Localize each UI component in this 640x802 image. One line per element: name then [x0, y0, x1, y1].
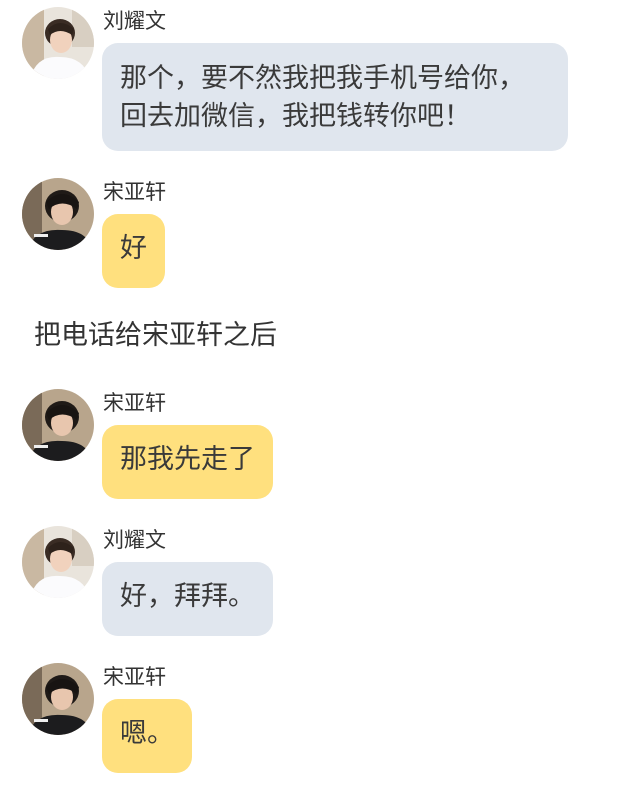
avatar-song-yaxuan-icon[interactable] — [22, 178, 94, 250]
message-bubble[interactable]: 嗯。 — [102, 699, 192, 773]
avatar-song-yaxuan-icon[interactable] — [22, 663, 94, 735]
message-bubble[interactable]: 那我先走了 — [102, 425, 273, 499]
avatar-song-yaxuan-icon[interactable] — [22, 389, 94, 461]
message-bubble[interactable]: 好，拜拜。 — [102, 562, 273, 636]
message-text-line: 回去加微信，我把钱转你吧！ — [120, 101, 471, 132]
message-text-line: 嗯。 — [120, 718, 174, 749]
message-text-line: 好 — [120, 233, 147, 264]
avatar-liu-yaowen-icon[interactable] — [22, 526, 94, 598]
sender-name: 刘耀文 — [103, 9, 166, 33]
message-text-line: 那个，要不然我把我手机号给你， — [120, 63, 525, 94]
sender-name: 刘耀文 — [103, 528, 166, 552]
sender-name: 宋亚轩 — [103, 391, 166, 415]
avatar-liu-yaowen-icon[interactable] — [22, 7, 94, 79]
narration-text: 把电话给宋亚轩之后 — [34, 320, 277, 351]
sender-name: 宋亚轩 — [103, 180, 166, 204]
message-text-line: 那我先走了 — [120, 444, 255, 475]
message-bubble[interactable]: 那个，要不然我把我手机号给你， 回去加微信，我把钱转你吧！ — [102, 43, 568, 151]
message-text-line: 好，拜拜。 — [120, 581, 255, 612]
sender-name: 宋亚轩 — [103, 665, 166, 689]
message-bubble[interactable]: 好 — [102, 214, 165, 288]
